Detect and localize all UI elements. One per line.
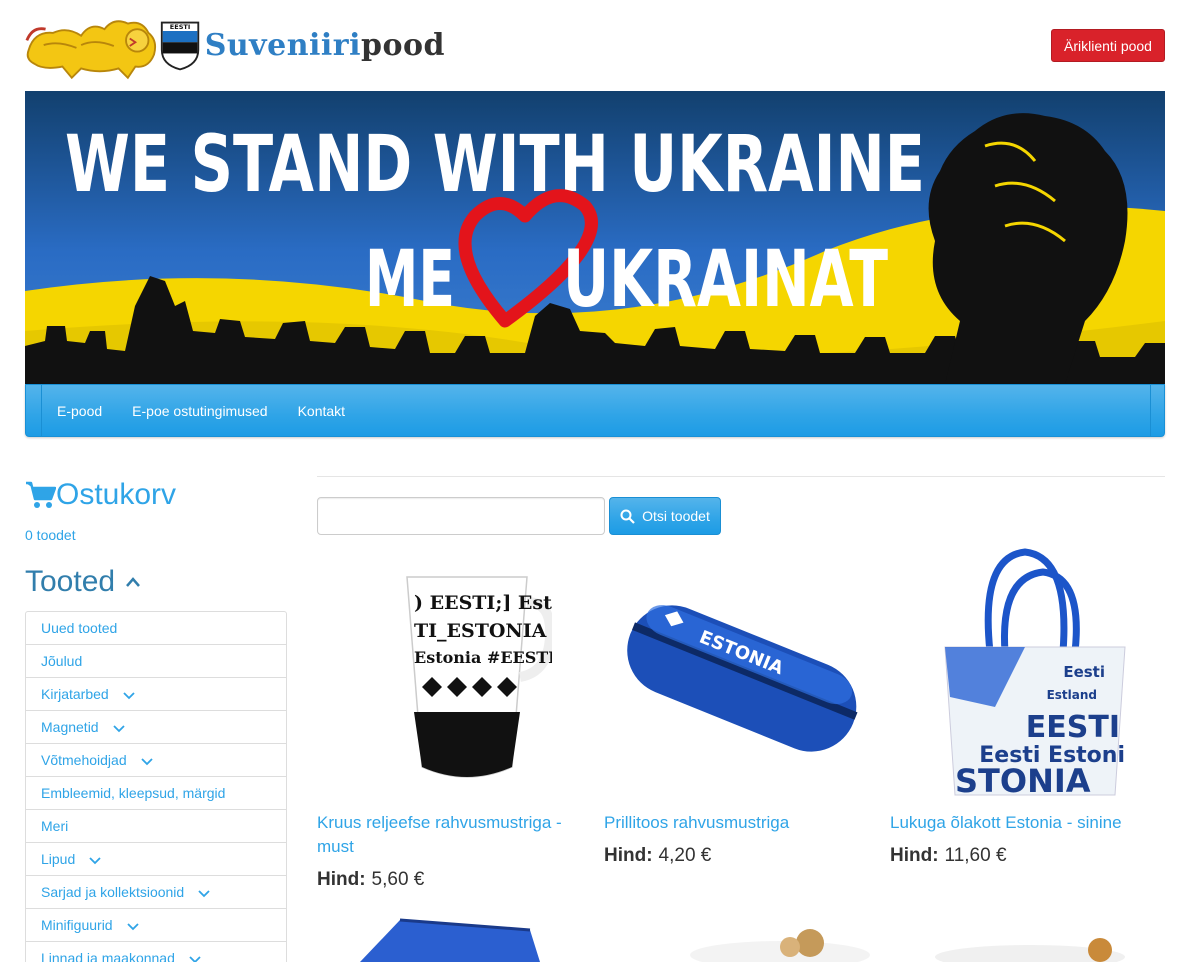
search-button[interactable]: Otsi toodet xyxy=(609,497,721,535)
product-name[interactable]: Lukuga õlakott Estonia - sinine xyxy=(890,811,1160,835)
category-item[interactable]: Jõulud xyxy=(26,645,286,678)
svg-text:Eesti: Eesti xyxy=(1063,663,1105,681)
category-label: Linnad ja maakonnad xyxy=(41,950,175,962)
category-item[interactable]: Magnetid xyxy=(26,711,286,744)
product-price: Hind: 11,60 € xyxy=(890,845,1007,866)
category-item[interactable]: Uued tooted xyxy=(26,612,286,645)
chevron-down-icon[interactable] xyxy=(123,692,135,700)
main-navbar: E-pood E-poe ostutingimused Kontakt xyxy=(25,384,1165,437)
category-item[interactable]: Embleemid, kleepsud, märgid xyxy=(26,777,286,810)
category-item[interactable]: Linnad ja maakonnad xyxy=(26,942,286,962)
svg-text:STONIA: STONIA xyxy=(955,762,1091,797)
nav-item-e-pood[interactable]: E-pood xyxy=(42,403,117,419)
products-heading[interactable]: Tooted xyxy=(25,565,141,599)
category-label: Uued tooted xyxy=(41,620,118,636)
category-label: Jõulud xyxy=(41,653,83,669)
category-item[interactable]: Minifiguurid xyxy=(26,909,286,942)
product-price: Hind: 5,60 € xyxy=(317,869,425,890)
product-image-tote-bag[interactable]: Eesti Estland EESTI Eesti Estoni STONIA xyxy=(890,547,1160,797)
svg-text:EESTI: EESTI xyxy=(169,23,190,31)
chevron-down-icon[interactable] xyxy=(198,890,210,898)
category-item[interactable]: Võtmehoidjad xyxy=(26,744,286,777)
product-price: Hind: 4,20 € xyxy=(604,845,712,866)
business-customer-store-button[interactable]: Äriklienti pood xyxy=(1051,29,1165,62)
search-icon xyxy=(620,509,635,524)
chevron-up-icon xyxy=(126,577,141,587)
chevron-down-icon[interactable] xyxy=(89,857,101,865)
site-logo[interactable]: EESTI Suveniiripood xyxy=(25,8,445,83)
cart-count[interactable]: 0 toodet xyxy=(25,527,76,543)
category-item[interactable]: Lipud xyxy=(26,843,286,876)
category-item[interactable]: Sarjad ja kollektsioonid xyxy=(26,876,286,909)
category-list: Uued tooted Jõulud Kirjatarbed Magnetid Võtm… xyxy=(25,611,287,962)
category-label: Magnetid xyxy=(41,719,99,735)
product-image-glasses-case[interactable]: ESTONIA xyxy=(604,547,874,797)
nav-item-terms[interactable]: E-poe ostutingimused xyxy=(117,403,282,419)
chevron-down-icon[interactable] xyxy=(126,923,139,931)
category-label: Võtmehoidjad xyxy=(41,752,127,768)
product-image-mug[interactable]: ) EESTI;] Eston TI_ESTONIA #Ee Estonia #… xyxy=(317,547,587,797)
logo-text: Suveniiripood xyxy=(204,28,445,63)
shopping-cart-icon xyxy=(26,481,56,508)
category-label: Embleemid, kleepsud, märgid xyxy=(41,785,226,801)
svg-text:) EESTI;] Eston: ) EESTI;] Eston xyxy=(414,592,552,614)
svg-text:Estonia #EESTI_Est: Estonia #EESTI_Est xyxy=(414,648,552,667)
products-title: Tooted xyxy=(25,565,116,598)
product-card[interactable]: ) EESTI;] Eston TI_ESTONIA #Ee Estonia #… xyxy=(317,547,587,891)
category-label: Kirjatarbed xyxy=(41,686,109,702)
chevron-down-icon[interactable] xyxy=(112,725,125,733)
nav-item-contact[interactable]: Kontakt xyxy=(283,403,360,419)
svg-text:UKRAINAT: UKRAINAT xyxy=(563,235,888,325)
product-name[interactable]: Kruus reljeefse rahvusmustriga - must xyxy=(317,811,587,859)
product-card[interactable]: Eesti Estland EESTI Eesti Estoni STONIA … xyxy=(890,547,1160,867)
product-image-peek[interactable] xyxy=(680,915,880,962)
cart-title: Ostukorv xyxy=(56,478,177,511)
search-button-label: Otsi toodet xyxy=(642,508,710,524)
category-label: Meri xyxy=(41,818,69,834)
divider xyxy=(317,476,1165,477)
chevron-down-icon[interactable] xyxy=(140,758,153,766)
category-label: Sarjad ja kollektsioonid xyxy=(41,884,185,900)
search-input[interactable] xyxy=(317,497,605,535)
product-image-peek[interactable] xyxy=(930,915,1140,962)
hero-banner: WE STAND WITH UKRAINE ME UKRAINAT xyxy=(25,91,1165,384)
svg-text:EESTI: EESTI xyxy=(1026,710,1120,745)
chevron-down-icon[interactable] xyxy=(189,956,201,962)
lion-icon xyxy=(25,19,157,79)
category-item[interactable]: Kirjatarbed xyxy=(26,678,286,711)
svg-text:Estland: Estland xyxy=(1047,688,1097,702)
cart-heading[interactable]: Ostukorv xyxy=(25,478,176,512)
svg-text:WE STAND WITH UKRAINE: WE STAND WITH UKRAINE xyxy=(65,120,925,210)
category-item[interactable]: Meri xyxy=(26,810,286,843)
svg-text:ME: ME xyxy=(365,235,455,325)
product-image-peek[interactable] xyxy=(340,915,560,962)
estonian-shield-icon: EESTI xyxy=(160,21,199,71)
svg-text:TI_ESTONIA #Ee: TI_ESTONIA #Ee xyxy=(414,620,552,642)
category-label: Minifiguurid xyxy=(41,917,113,933)
product-name[interactable]: Prillitoos rahvusmustriga xyxy=(604,811,874,835)
product-card[interactable]: ESTONIA Prillitoos rahvusmustriga Hind: 4… xyxy=(604,547,874,867)
category-label: Lipud xyxy=(41,851,76,867)
